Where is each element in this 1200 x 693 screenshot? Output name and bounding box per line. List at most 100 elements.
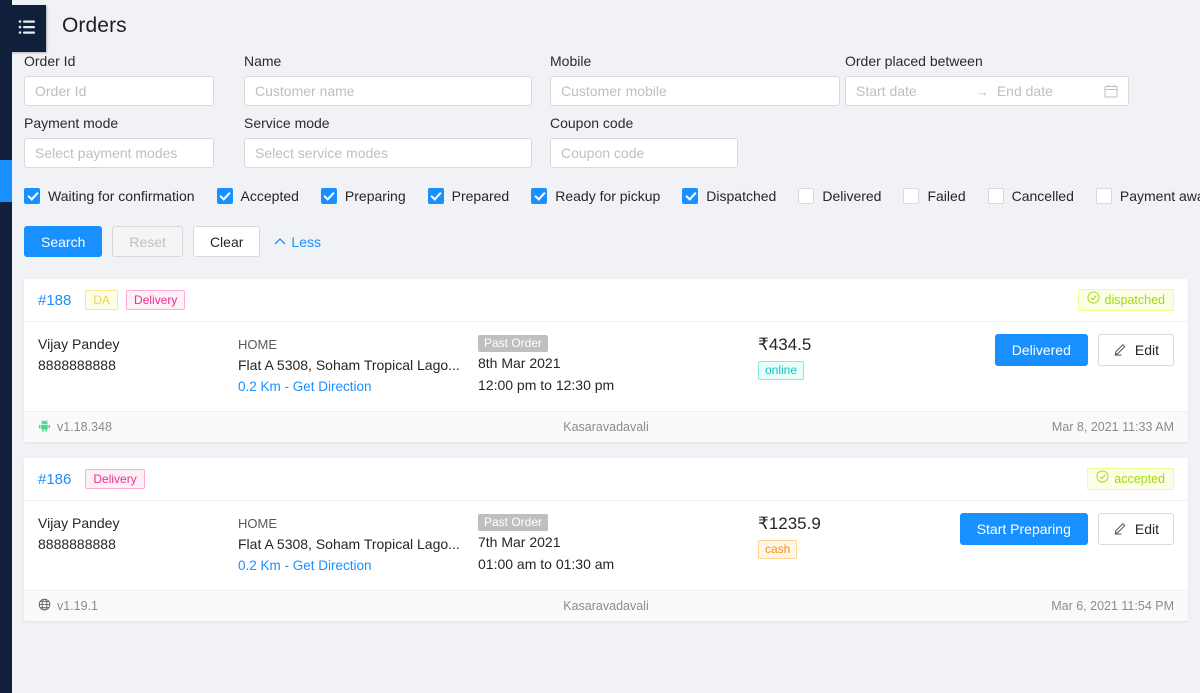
checkbox-box[interactable] <box>531 188 548 204</box>
timing-info: Past Order 8th Mar 2021 12:00 pm to 12:30 … <box>478 334 758 396</box>
order-card-body: Vijay Pandey 8888888888 HOME Flat A 5308, S… <box>24 322 1188 411</box>
order-tag-da: DA <box>85 290 119 310</box>
past-order-tag: Past Order <box>478 514 549 531</box>
address-line: Flat A 5308, Soham Tropical Lago... <box>238 536 460 552</box>
order-location: Kasaravadavali <box>563 420 649 434</box>
service-mode-placeholder: Select service modes <box>255 145 389 161</box>
checkbox-box[interactable] <box>903 188 920 204</box>
filter-payment-mode-label: Payment mode <box>24 115 119 131</box>
filter-mobile: Mobile <box>550 52 840 106</box>
checkbox-label: Dispatched <box>706 188 777 204</box>
address-line: Flat A 5308, Soham Tropical Lago... <box>238 357 460 373</box>
chevron-up-icon <box>274 237 286 246</box>
filter-coupon-code-label: Coupon code <box>550 115 634 131</box>
status-checkbox-dispatched[interactable]: Dispatched <box>682 188 776 204</box>
amount-info: ₹434.5 online <box>758 334 995 380</box>
checkbox-label: Delivered <box>822 188 882 204</box>
less-toggle[interactable]: Less <box>274 234 321 250</box>
checkbox-box[interactable] <box>987 188 1004 204</box>
status-checkbox-cancelled[interactable]: Cancelled <box>987 188 1074 204</box>
checkbox-box[interactable] <box>798 188 815 204</box>
order-edit-button[interactable]: Edit <box>1097 513 1174 545</box>
status-checkbox-failed[interactable]: Failed <box>903 188 966 204</box>
payment-mode-placeholder: Select payment modes <box>35 145 178 161</box>
order-location: Kasaravadavali <box>563 599 649 613</box>
checkbox-label: Cancelled <box>1011 188 1074 204</box>
checkbox-box[interactable] <box>682 188 699 204</box>
order-id-input[interactable] <box>24 76 214 106</box>
amount-info: ₹1235.9 cash <box>758 513 960 559</box>
status-checkbox-delivered[interactable]: Delivered <box>798 188 881 204</box>
status-checkbox-waiting-for-confirmation[interactable]: Waiting for confirmation <box>24 188 195 204</box>
date-range-picker[interactable]: Start date → End date <box>845 76 1129 106</box>
checkbox-label: Prepared <box>451 188 510 204</box>
status-badge: accepted <box>1087 468 1174 490</box>
get-direction-link[interactable]: 0.2 Km - Get Direction <box>238 555 478 576</box>
address-type: HOME <box>238 337 277 352</box>
customer-phone: 8888888888 <box>38 357 116 373</box>
order-card-footer: v1.19.1 Kasaravadavali Mar 6, 2021 11:54 P… <box>24 590 1188 621</box>
past-order-tag: Past Order <box>478 335 549 352</box>
payment-mode-badge: cash <box>758 540 798 559</box>
filters-row-1: Order Id Name Mobile Order placed betwee… <box>24 52 1188 114</box>
pencil-icon <box>1113 341 1128 359</box>
order-edit-label: Edit <box>1134 521 1159 537</box>
order-source: v1.18.348 <box>38 419 413 435</box>
pencil-icon <box>1113 520 1128 538</box>
checkbox-box[interactable] <box>1095 188 1112 204</box>
filter-actions: Search Reset Clear Less <box>12 204 1200 257</box>
app-version: v1.19.1 <box>57 599 99 613</box>
order-number[interactable]: #188 <box>38 292 71 309</box>
order-actions: Start Preparing Edit <box>959 513 1174 545</box>
check-circle-icon <box>1086 290 1100 310</box>
order-edit-button[interactable]: Edit <box>1097 334 1174 366</box>
menu-toggle-button[interactable] <box>8 5 46 52</box>
status-checkbox-prepared[interactable]: Prepared <box>427 188 510 204</box>
order-card: #186 Delivery accepted Vijay Pandey 88888888… <box>24 458 1188 621</box>
checkbox-label: Accepted <box>240 188 299 204</box>
status-checkbox-preparing[interactable]: Preparing <box>320 188 406 204</box>
filter-name-label: Name <box>244 53 282 69</box>
checkbox-box[interactable] <box>216 188 233 204</box>
coupon-code-input[interactable] <box>550 138 738 168</box>
get-direction-link[interactable]: 0.2 Km - Get Direction <box>238 376 478 397</box>
order-amount: ₹1235.9 <box>758 514 821 533</box>
customer-phone: 8888888888 <box>38 536 116 552</box>
page-title: Orders <box>62 14 127 37</box>
order-number[interactable]: #186 <box>38 471 71 488</box>
orders-list: #188 DA Delivery dispatched Vijay Pandey 8888… <box>12 257 1200 621</box>
customer-mobile-input[interactable] <box>550 76 840 106</box>
timing-info: Past Order 7th Mar 2021 01:00 am to 01:30 … <box>478 513 758 575</box>
status-checkbox-accepted[interactable]: Accepted <box>216 188 299 204</box>
status-checkbox-ready-for-pickup[interactable]: Ready for pickup <box>531 188 660 204</box>
customer-name: Vijay Pandey <box>38 515 120 531</box>
status-checkbox-payment-awaited[interactable]: Payment awaited <box>1095 188 1200 204</box>
filter-date-range-label: Order placed between <box>845 53 983 69</box>
order-primary-action-button[interactable]: Delivered <box>994 334 1088 366</box>
checkbox-label: Payment awaited <box>1119 188 1200 204</box>
checkbox-label: Failed <box>927 188 966 204</box>
order-actions: Delivered Edit <box>994 334 1174 366</box>
less-label: Less <box>291 233 321 250</box>
customer-name: Vijay Pandey <box>38 336 120 352</box>
end-date-input[interactable]: End date <box>997 83 1104 99</box>
checkbox-box[interactable] <box>24 188 40 204</box>
filter-service-mode: Service mode Select service modes <box>244 114 532 168</box>
customer-info: Vijay Pandey 8888888888 <box>38 334 238 376</box>
customer-name-input[interactable] <box>244 76 532 106</box>
checkbox-box[interactable] <box>320 188 337 204</box>
order-primary-action-button[interactable]: Start Preparing <box>959 513 1088 545</box>
start-date-input[interactable]: Start date <box>856 83 968 99</box>
checkbox-box[interactable] <box>427 188 444 204</box>
search-button[interactable]: Search <box>24 226 103 257</box>
checkbox-label: Ready for pickup <box>555 188 661 204</box>
order-card-header-left: #188 DA Delivery <box>38 290 193 310</box>
order-tag-delivery: Delivery <box>126 290 186 310</box>
service-mode-select[interactable]: Select service modes <box>244 138 532 168</box>
order-date: 7th Mar 2021 <box>478 534 561 550</box>
sidebar-active-indicator <box>0 160 12 202</box>
clear-button[interactable]: Clear <box>192 226 261 257</box>
reset-button[interactable]: Reset <box>112 226 183 257</box>
address-info: HOME Flat A 5308, Soham Tropical Lago... 0… <box>238 334 478 397</box>
payment-mode-select[interactable]: Select payment modes <box>24 138 214 168</box>
